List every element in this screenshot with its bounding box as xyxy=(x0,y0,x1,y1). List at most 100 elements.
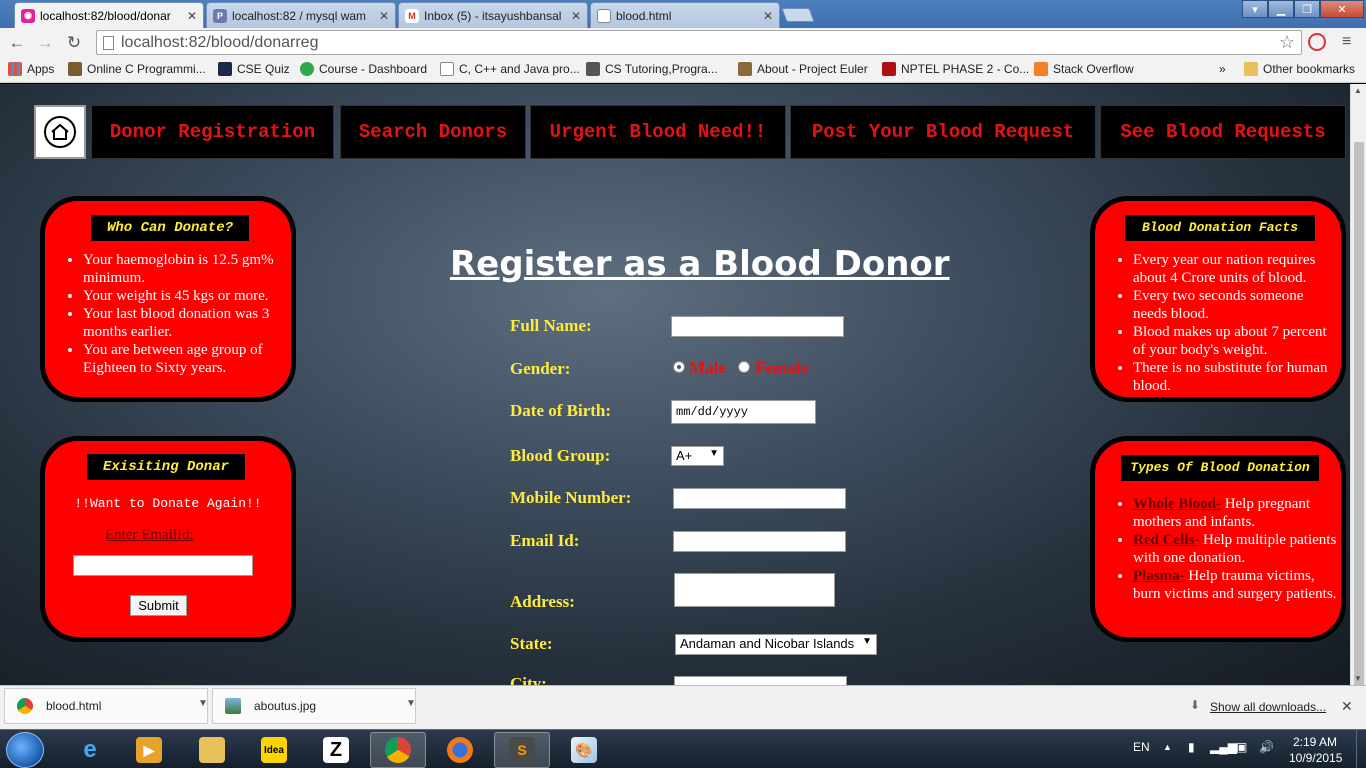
nav-donor-registration[interactable]: Donor Registration xyxy=(91,105,334,159)
taskbar-chrome[interactable] xyxy=(370,732,426,768)
chevron-down-icon[interactable]: ▼ xyxy=(406,698,416,709)
chevron-down-icon[interactable]: ▼ xyxy=(198,698,208,709)
address-bar[interactable]: localhost:82/blood/donarreg ☆ xyxy=(96,30,1302,55)
gender-male-radio[interactable] xyxy=(673,361,685,373)
dob-input[interactable]: mm/dd/yyyy xyxy=(671,400,816,424)
bookmark-c-cpp-java[interactable]: C, C++ and Java pro... xyxy=(440,62,580,76)
close-icon[interactable]: ✕ xyxy=(379,9,389,23)
taskbar-firefox[interactable] xyxy=(432,732,488,768)
nav-urgent-blood-need[interactable]: Urgent Blood Need!! xyxy=(530,105,786,159)
volume-icon[interactable]: 🔊 xyxy=(1259,740,1274,754)
bookmark-project-euler[interactable]: About - Project Euler xyxy=(738,62,868,76)
tab-phpmyadmin[interactable]: P localhost:82 / mysql wam ✕ xyxy=(206,2,396,28)
back-arrow-icon[interactable]: ← xyxy=(6,33,28,53)
menu-icon[interactable]: ≡ xyxy=(1342,33,1351,51)
reload-icon[interactable]: ↻ xyxy=(63,33,85,53)
enter-email-label: Enter EmailId: xyxy=(105,527,194,543)
tab-blood-html[interactable]: blood.html ✕ xyxy=(590,2,780,28)
network-icon[interactable]: ▣ xyxy=(1236,740,1247,754)
close-icon[interactable]: ✕ xyxy=(571,9,581,23)
taskbar-sublime[interactable]: S xyxy=(494,732,550,768)
bookmark-online-c[interactable]: Online C Programmi... xyxy=(68,62,206,76)
new-tab-button[interactable] xyxy=(781,8,815,22)
blood-group-select[interactable]: A+ ▼ xyxy=(671,446,724,466)
bookmarks-overflow-button[interactable]: » xyxy=(1219,62,1226,76)
mobile-input[interactable] xyxy=(673,488,846,509)
close-icon[interactable]: ✕ xyxy=(187,9,197,23)
user-icon[interactable]: ▾ xyxy=(1242,0,1268,18)
image-file-icon xyxy=(225,698,241,714)
taskbar-idea[interactable]: Idea xyxy=(246,732,302,768)
other-bookmarks[interactable]: Other bookmarks xyxy=(1244,62,1355,76)
bookmark-stack-overflow[interactable]: Stack Overflow xyxy=(1034,62,1134,76)
eligibility-list: Your haemoglobin is 12.5 gm% minimum. Yo… xyxy=(63,251,287,377)
taskbar-app-z[interactable]: Z xyxy=(308,732,364,768)
bookmark-cse-quiz[interactable]: CSE Quiz xyxy=(218,62,290,76)
scrollbar-thumb[interactable] xyxy=(1354,142,1364,687)
gender-female-radio[interactable] xyxy=(738,361,750,373)
gender-label: Gender: xyxy=(510,359,571,378)
bookmark-nptel[interactable]: NPTEL PHASE 2 - Co... xyxy=(882,62,1029,76)
tab-donarreg[interactable]: ◉ localhost:82/blood/donar ✕ xyxy=(14,2,204,28)
nav-post-blood-request[interactable]: Post Your Blood Request xyxy=(790,105,1096,159)
bookmark-label: C, C++ and Java pro... xyxy=(459,62,580,76)
type-term-link[interactable]: Plasma- xyxy=(1133,568,1185,584)
bookmark-cs-tutoring[interactable]: CS Tutoring,Progra... xyxy=(586,62,718,76)
bookmark-favicon-icon xyxy=(218,62,232,76)
close-icon[interactable]: ✕ xyxy=(1341,698,1353,715)
tab-title: localhost:82 / mysql wam xyxy=(232,8,367,23)
language-indicator[interactable]: EN xyxy=(1133,740,1150,754)
battery-icon[interactable]: ▮ xyxy=(1188,740,1195,754)
address-textarea[interactable] xyxy=(674,573,835,607)
chrome-icon xyxy=(385,737,411,763)
chevron-down-icon: ▼ xyxy=(709,448,719,459)
close-window-icon[interactable]: ✕ xyxy=(1320,0,1364,18)
bookmark-label: Apps xyxy=(27,62,55,76)
taskbar-paint[interactable]: 🎨 xyxy=(556,732,612,768)
bookmark-apps[interactable]: Apps xyxy=(8,62,54,76)
taskbar-file-explorer[interactable] xyxy=(184,732,240,768)
nav-see-blood-requests[interactable]: See Blood Requests xyxy=(1100,105,1346,159)
state-select[interactable]: Andaman and Nicobar Islands ▼ xyxy=(675,634,877,655)
download-item-aboutus-jpg[interactable]: aboutus.jpg xyxy=(212,688,416,724)
page-icon xyxy=(597,8,611,23)
taskbar-internet-explorer[interactable]: e xyxy=(62,732,118,768)
start-button[interactable] xyxy=(6,732,44,768)
taskbar-media-player[interactable]: ▶ xyxy=(121,732,177,768)
page-scrollbar[interactable]: ▲ ▼ xyxy=(1350,84,1366,687)
home-button[interactable] xyxy=(34,105,86,159)
bookmark-label: Stack Overflow xyxy=(1053,62,1134,76)
bookmark-label: Online C Programmi... xyxy=(87,62,206,76)
signal-icon[interactable]: ▂▄▆ xyxy=(1210,740,1237,754)
type-term-link[interactable]: Whole Blood- xyxy=(1133,496,1221,512)
scroll-down-icon[interactable]: ▼ xyxy=(1354,674,1362,683)
scroll-up-icon[interactable]: ▲ xyxy=(1354,86,1362,95)
show-all-downloads-link[interactable]: Show all downloads... xyxy=(1210,700,1326,714)
show-desktop-button[interactable] xyxy=(1356,730,1366,768)
bookmark-star-icon[interactable]: ☆ xyxy=(1279,32,1295,53)
existing-donor-email-input[interactable] xyxy=(73,555,253,576)
email-input[interactable] xyxy=(673,531,846,552)
city-input[interactable] xyxy=(674,676,847,685)
system-clock[interactable]: 2:19 AM 10/9/2015 xyxy=(1289,734,1342,766)
tray-expand-icon[interactable]: ▲ xyxy=(1163,742,1172,752)
bookmark-course-dashboard[interactable]: Course - Dashboard xyxy=(300,62,427,76)
nav-search-donors[interactable]: Search Donors xyxy=(340,105,526,159)
url-text: localhost:82/blood/donarreg xyxy=(121,34,319,51)
submit-button[interactable]: Submit xyxy=(130,595,187,616)
close-icon[interactable]: ✕ xyxy=(763,9,773,23)
tab-title: localhost:82/blood/donar xyxy=(40,8,171,23)
download-item-blood-html[interactable]: blood.html xyxy=(4,688,208,724)
tab-gmail[interactable]: M Inbox (5) - itsayushbansal ✕ xyxy=(398,2,588,28)
type-term-link[interactable]: Red Cells- xyxy=(1133,532,1199,548)
full-name-input[interactable] xyxy=(671,316,844,337)
who-can-donate-panel: Who Can Donate? Your haemoglobin is 12.5… xyxy=(40,196,296,402)
list-item: Red Cells- Help multiple patients with o… xyxy=(1133,531,1337,567)
minimize-icon[interactable]: ▁ xyxy=(1268,0,1294,18)
list-item: Plasma- Help trauma victims, burn victim… xyxy=(1133,567,1337,603)
list-item: Every two seconds someone needs blood. xyxy=(1133,287,1337,323)
extension-icon[interactable] xyxy=(1308,33,1326,51)
site-favicon-icon: ◉ xyxy=(21,8,35,23)
maximize-icon[interactable]: ❐ xyxy=(1294,0,1320,18)
forward-arrow-icon[interactable]: → xyxy=(34,33,56,53)
